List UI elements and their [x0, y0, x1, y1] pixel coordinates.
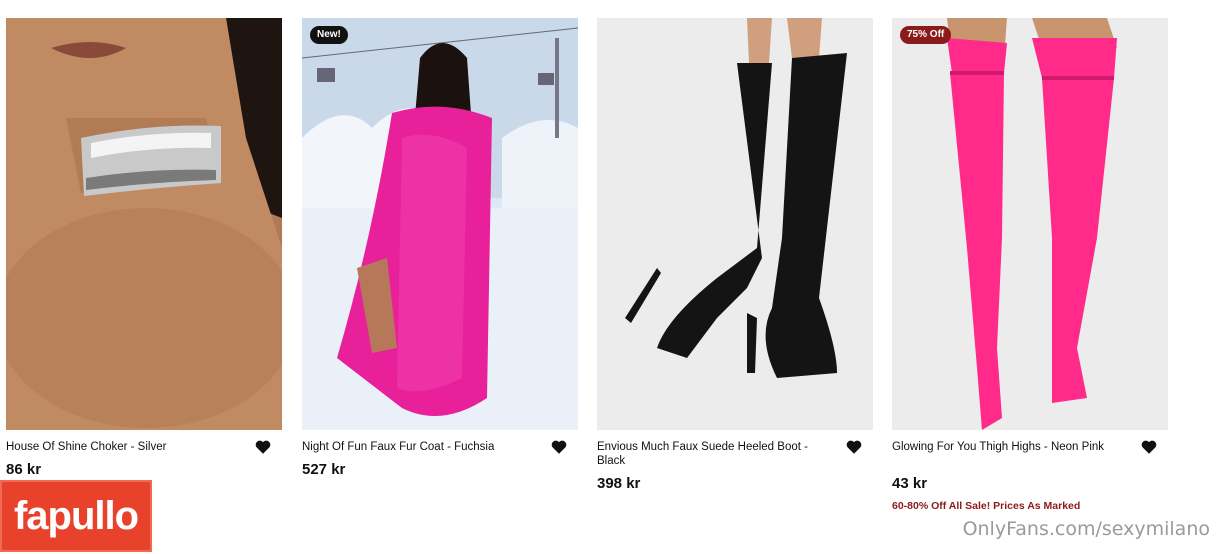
product-price: 527 kr: [302, 461, 346, 478]
product-card[interactable]: Envious Much Faux Suede Heeled Boot - Bl…: [597, 18, 873, 492]
watermark-text: OnlyFans.com/sexymilano: [962, 518, 1210, 540]
product-name[interactable]: Night Of Fun Faux Fur Coat - Fuchsia: [302, 440, 527, 454]
wishlist-heart-icon[interactable]: [550, 438, 568, 456]
sale-promo-text[interactable]: 60-80% Off All Sale! Prices As Marked: [892, 500, 1080, 512]
boots-photo: [597, 18, 873, 430]
wishlist-heart-icon[interactable]: [1140, 438, 1158, 456]
product-image-choker[interactable]: [6, 18, 282, 430]
fapullo-logo: fapullo: [0, 480, 152, 552]
wishlist-heart-icon[interactable]: [254, 438, 272, 456]
logo-text: fapullo: [13, 493, 139, 538]
product-name[interactable]: Glowing For You Thigh Highs - Neon Pink: [892, 440, 1117, 454]
product-price: 398 kr: [597, 475, 641, 492]
product-card[interactable]: House Of Shine Choker - Silver 86 kr: [6, 18, 282, 478]
discount-badge: 75% Off: [900, 26, 952, 44]
fur-coat-photo: [302, 18, 578, 430]
choker-photo: [6, 18, 282, 430]
product-name[interactable]: House Of Shine Choker - Silver: [6, 440, 231, 454]
thigh-highs-photo: [892, 18, 1168, 430]
new-badge: New!: [310, 26, 348, 44]
product-image-thigh-highs[interactable]: 75% Off: [892, 18, 1168, 430]
product-card[interactable]: 75% Off Glowing For You Thigh Highs - Ne…: [892, 18, 1168, 512]
product-name[interactable]: Envious Much Faux Suede Heeled Boot - Bl…: [597, 440, 822, 468]
product-image-fur-coat[interactable]: New!: [302, 18, 578, 430]
product-card[interactable]: New! Night Of Fun Faux Fur Coat - Fuchsi…: [302, 18, 578, 478]
product-image-boots[interactable]: [597, 18, 873, 430]
wishlist-heart-icon[interactable]: [845, 438, 863, 456]
product-price: 43 kr: [892, 475, 928, 492]
product-price: 86 kr: [6, 461, 42, 478]
